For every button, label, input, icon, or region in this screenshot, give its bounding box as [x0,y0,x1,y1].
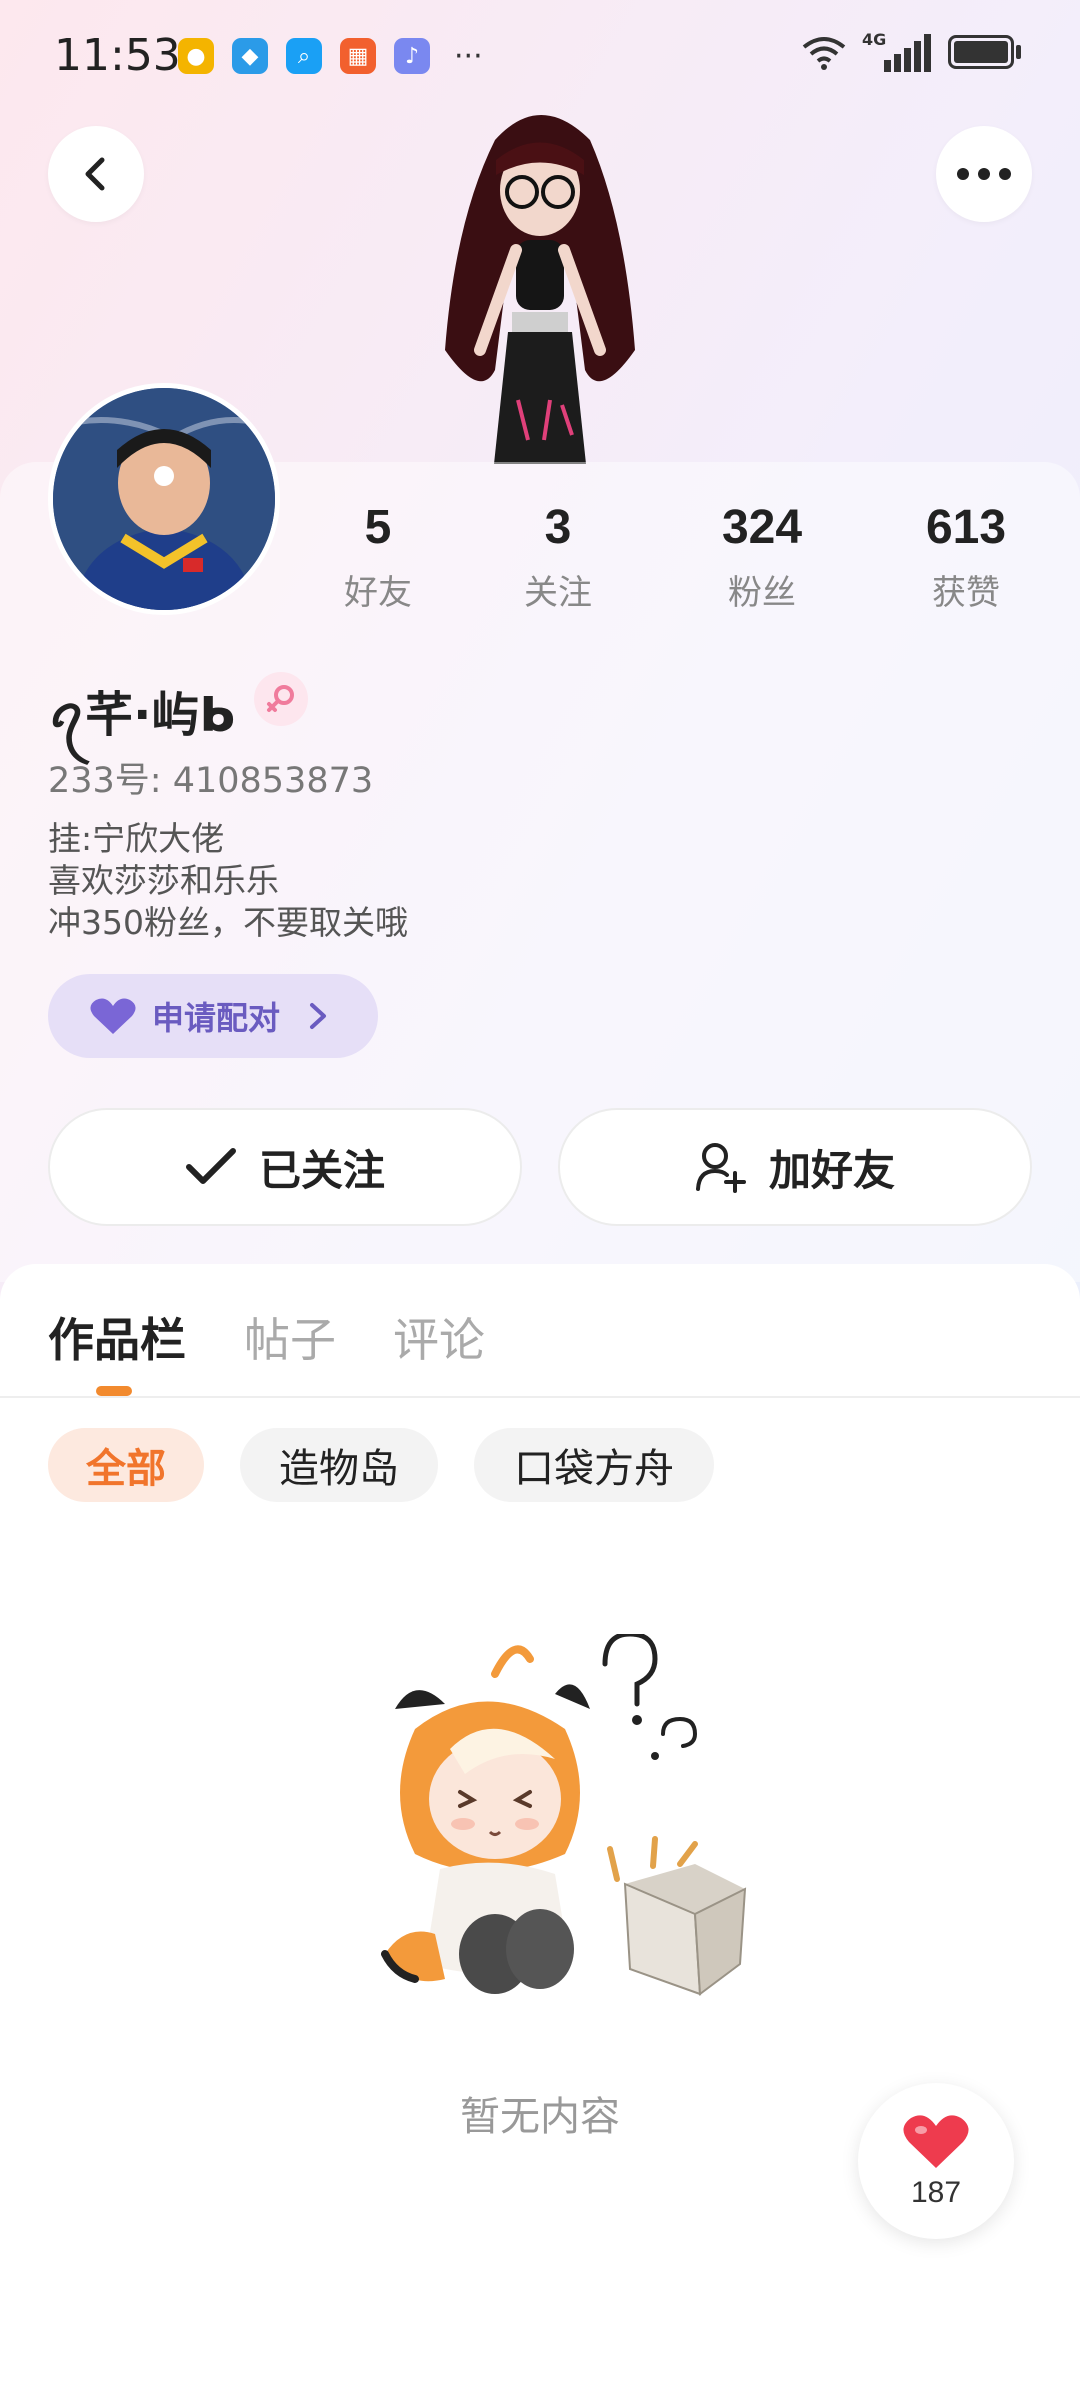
like-count: 187 [910,2176,962,2209]
heart-icon [903,2115,969,2168]
stat-followers[interactable]: 324 粉丝 [692,500,832,614]
stat-label: 好友 [344,573,412,613]
add-user-icon [695,1143,746,1193]
empty-state-illustration [355,1631,755,2014]
chevron-right-icon [310,1003,327,1029]
status-bar: 11:53 ● ◆ ⌕ ▦ ♪ ··· 4G [0,0,1080,110]
add-friend-button[interactable]: 加好友 [558,1108,1032,1226]
chevron-left-icon [85,157,105,191]
tab-works[interactable]: 作品栏 [48,1304,186,1370]
bio-line: 挂:宁欣大佬 [48,819,225,858]
music-app-icon: ♪ [394,38,430,74]
filter-creation-island[interactable]: 造物岛 [240,1428,438,1502]
game-app-icon: ▦ [340,38,376,74]
heart-icon [90,998,136,1034]
stat-label: 关注 [524,573,592,613]
apply-pair-button[interactable]: 申请配对 [48,974,378,1058]
tab-indicator [96,1386,132,1396]
tab-comments[interactable]: 评论 [393,1304,485,1370]
bio-line: 冲350粉丝，不要取关哦 [48,903,408,942]
character-avatar-figure [400,100,680,464]
female-gender-icon [267,685,294,712]
gender-badge [254,672,308,726]
stat-label: 获赞 [932,573,1000,613]
checkmark-icon [185,1148,236,1184]
bio-line: 喜欢莎莎和乐乐 [48,861,279,900]
apply-pair-label: 申请配对 [152,999,281,1037]
stat-value: 324 [721,501,803,554]
stat-value: 3 [544,501,572,554]
bio: 挂:宁欣大佬 喜欢莎莎和乐乐 冲350粉丝，不要取关哦 [48,818,408,944]
user-id: 233号: 410853873 [48,761,374,801]
more-dots-icon [957,168,1011,180]
filter-all[interactable]: 全部 [48,1428,204,1502]
wifi-icon [802,37,846,70]
status-time: 11:53 [54,30,181,81]
divider [0,1396,1080,1398]
filter-pocket-ark[interactable]: 口袋方舟 [474,1428,714,1502]
status-more-icon: ··· [454,38,483,74]
cellular-signal-icon: 4G [862,30,932,72]
weibo-icon: ● [178,38,214,74]
stat-label: 粉丝 [728,573,796,613]
status-indicators: 4G [802,30,1024,72]
add-friend-label: 加好友 [768,1145,895,1195]
battery-icon [948,35,1024,71]
search-app-icon: ⌕ [286,38,322,74]
status-app-icons: ● ◆ ⌕ ▦ ♪ ··· [178,38,483,74]
following-label: 已关注 [258,1145,385,1195]
back-button[interactable] [48,126,144,222]
stat-friends[interactable]: 5 好友 [308,500,448,614]
browser-icon: ◆ [232,38,268,74]
more-options-button[interactable] [936,126,1032,222]
network-type-label: 4G [862,30,887,49]
following-button[interactable]: 已关注 [48,1108,522,1226]
avatar[interactable] [48,383,280,615]
stat-following[interactable]: 3 关注 [488,500,628,614]
stat-likes[interactable]: 613 获赞 [896,500,1036,614]
tab-posts[interactable]: 帖子 [244,1304,336,1370]
stat-value: 5 [364,501,392,554]
stat-value: 613 [925,501,1007,554]
like-floating-button[interactable]: 187 [858,2083,1014,2239]
